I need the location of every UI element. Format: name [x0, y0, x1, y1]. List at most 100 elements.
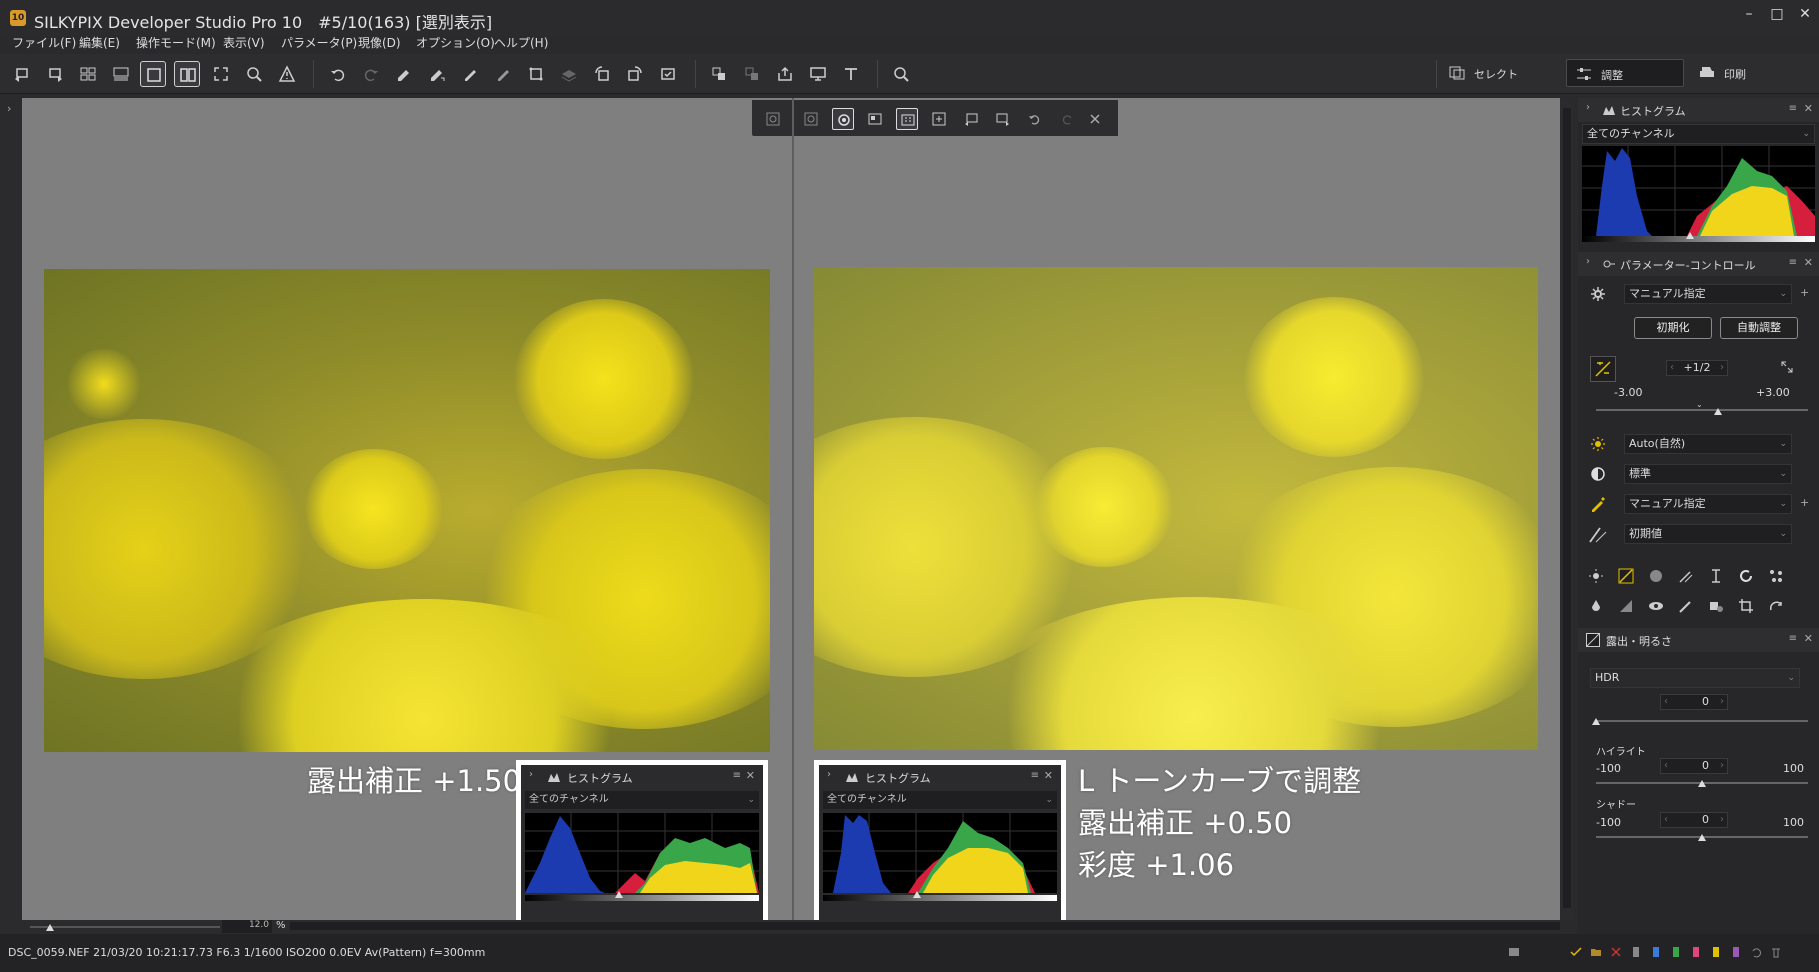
gradient-tool-icon[interactable] [1618, 598, 1634, 614]
exposure-slider-thumb[interactable] [1714, 408, 1722, 415]
fill-tool-icon[interactable] [1708, 598, 1724, 614]
hdr-slider-thumb[interactable] [1592, 718, 1600, 725]
right-photo[interactable] [814, 267, 1538, 750]
highlight-value-field[interactable]: ‹ 0 › [1660, 758, 1728, 774]
zoom-value-field[interactable]: 12.0 [222, 920, 272, 933]
pink-label-icon[interactable] [1690, 946, 1702, 958]
brightness-tool-icon[interactable] [1588, 568, 1604, 584]
loupe-button[interactable] [832, 108, 854, 130]
prev-compare-button[interactable] [960, 108, 982, 130]
compare-divider[interactable] [792, 98, 794, 920]
text-tool-button[interactable] [838, 61, 864, 87]
warning-button[interactable] [274, 61, 300, 87]
close-window-button[interactable]: ✕ [1794, 6, 1816, 26]
compare-view-button[interactable] [174, 61, 200, 87]
maximize-button[interactable]: □ [1766, 6, 1788, 26]
prev-image-button[interactable] [9, 61, 35, 87]
histogram-close-icon[interactable]: ✕ [1044, 769, 1053, 782]
next-image-button[interactable] [42, 61, 68, 87]
vertical-scroll-track[interactable] [1563, 108, 1571, 908]
before-after-button[interactable] [864, 108, 886, 130]
drop-tool-icon[interactable] [1588, 598, 1604, 614]
reject-icon[interactable] [1610, 946, 1622, 958]
menu-operation-mode[interactable]: 操作モード(M) [136, 34, 216, 51]
auto-adjust-button[interactable]: 自動調整 [1720, 317, 1798, 339]
reset-button[interactable]: 初期化 [1634, 317, 1712, 339]
viewer-redo-button[interactable] [1056, 108, 1078, 130]
exposure-slider-track[interactable] [1596, 409, 1808, 411]
transform-tool-icon[interactable] [1768, 598, 1784, 614]
panel-histogram-channel-select[interactable]: 全てのチャンネル ⌄ [1582, 124, 1815, 144]
histogram-gamma-handle[interactable] [615, 891, 623, 898]
eraser-tool-button[interactable] [490, 61, 516, 87]
zoom-button[interactable] [241, 61, 267, 87]
add-color-icon[interactable]: + [1800, 496, 1809, 509]
panel-close-icon[interactable]: ✕ [1804, 632, 1813, 645]
exposure-step-field[interactable]: ‹ +1/2 › [1666, 360, 1728, 376]
histogram-channel-select[interactable]: 全てのチャンネル ⌄ [525, 791, 759, 809]
thumbnail-view-button[interactable] [75, 61, 101, 87]
panel-menu-icon[interactable]: ≡ [1789, 257, 1797, 268]
panel-param-header[interactable]: › パラメーター-コントロール ≡ ✕ [1578, 252, 1819, 276]
single-view-button[interactable] [140, 61, 166, 87]
expand-slider-icon[interactable] [1780, 360, 1794, 374]
check-mark-icon[interactable] [1570, 946, 1582, 958]
gray-label-icon[interactable] [1630, 946, 1642, 958]
rating-icon[interactable] [1508, 946, 1520, 958]
expand-icon[interactable]: › [529, 769, 533, 780]
left-fit-button[interactable] [762, 108, 784, 130]
exposure-tool-icon[interactable] [1618, 568, 1634, 584]
exposure-icon-box[interactable] [1590, 356, 1616, 382]
expand-left-panel-icon[interactable]: › [7, 102, 11, 115]
highlight-slider-thumb[interactable] [1698, 780, 1706, 787]
fullscreen-button[interactable] [208, 61, 234, 87]
adjust-mode-button[interactable]: 調整 [1566, 59, 1684, 87]
left-photo[interactable] [44, 269, 770, 752]
pen-tool-button[interactable] [457, 61, 483, 87]
undo-button[interactable] [325, 61, 351, 87]
develop-batch-button[interactable] [424, 61, 450, 87]
white-balance-select[interactable]: Auto(自然) ⌄ [1624, 434, 1792, 454]
menu-file[interactable]: ファイル(F) [12, 34, 76, 51]
sharpness-select[interactable]: 初期値 ⌄ [1624, 524, 1792, 544]
menu-view[interactable]: 表示(V) [223, 34, 265, 51]
menu-edit[interactable]: 編集(E) [79, 34, 120, 51]
eye-tool-icon[interactable] [1648, 598, 1664, 614]
viewer-vertical-scrollbar[interactable] [1560, 98, 1574, 920]
panel-histogram-header[interactable]: › ヒストグラム ≡ ✕ [1578, 98, 1819, 122]
hdr-mode-select[interactable]: HDR ⌄ [1590, 668, 1800, 688]
blue-label-icon[interactable] [1650, 946, 1662, 958]
user-search-button[interactable] [888, 61, 914, 87]
export-button[interactable] [772, 61, 798, 87]
histogram-channel-select[interactable]: 全てのチャンネル ⌄ [823, 791, 1057, 809]
panel-menu-icon[interactable]: ≡ [1789, 633, 1797, 644]
panel-close-icon[interactable]: ✕ [1804, 102, 1813, 115]
ball-tool-icon[interactable] [1648, 568, 1664, 584]
purple-label-icon[interactable] [1730, 946, 1742, 958]
print-mode-button[interactable]: 印刷 [1690, 59, 1798, 87]
redo-button[interactable] [358, 61, 384, 87]
histogram-close-icon[interactable]: ✕ [746, 769, 755, 782]
green-label-icon[interactable] [1670, 946, 1682, 958]
panel-exposure-header[interactable]: 露出・明るさ ≡ ✕ [1578, 628, 1819, 652]
horizontal-scrollbar[interactable] [290, 922, 1560, 930]
tone-select[interactable]: 標準 ⌄ [1624, 464, 1792, 484]
zoom-slider-track[interactable] [30, 926, 220, 928]
minimize-button[interactable]: – [1738, 6, 1760, 26]
mark-button[interactable] [655, 61, 681, 87]
rotate-tool-icon[interactable] [1738, 568, 1754, 584]
panel-histogram-handle[interactable] [1686, 232, 1694, 239]
brush-tool-icon[interactable] [1678, 598, 1694, 614]
menu-help[interactable]: ヘルプ(H) [494, 34, 548, 51]
copy-parameter-button[interactable] [706, 61, 732, 87]
menu-develop[interactable]: 現像(D) [358, 34, 401, 51]
histogram-gamma-handle[interactable] [913, 891, 921, 898]
split-view-button[interactable] [896, 108, 918, 130]
next-compare-button[interactable] [992, 108, 1014, 130]
hdr-value-field[interactable]: ‹ 0 › [1660, 694, 1728, 710]
monitor-button[interactable] [805, 61, 831, 87]
menu-option[interactable]: オプション(O) [416, 34, 495, 51]
paste-parameter-button[interactable] [739, 61, 765, 87]
noise-tool-icon[interactable] [1768, 568, 1784, 584]
viewer-close-button[interactable] [1084, 108, 1106, 130]
